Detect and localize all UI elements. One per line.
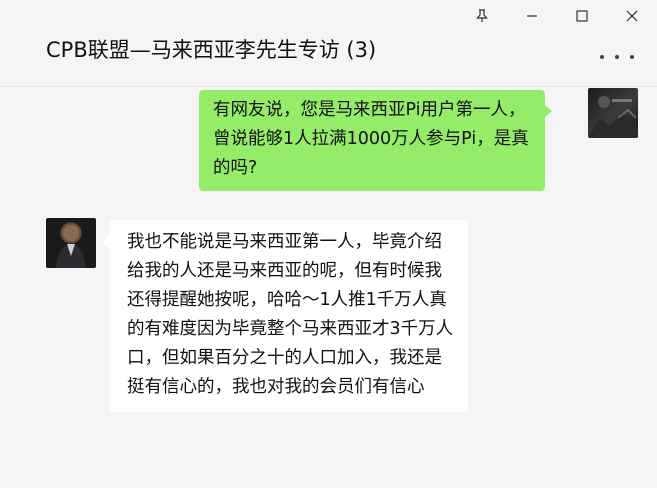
incoming-message-text: 我也不能说是马来西亚第一人，毕竟介绍给我的人还是马来西亚的呢，但有时候我还得提醒…: [127, 232, 454, 397]
pin-icon[interactable]: [457, 0, 507, 32]
more-dot: [615, 55, 619, 59]
more-options-icon[interactable]: [600, 50, 634, 64]
contact-avatar[interactable]: [46, 218, 96, 268]
incoming-message-bubble[interactable]: 我也不能说是马来西亚第一人，毕竟介绍给我的人还是马来西亚的呢，但有时候我还得提醒…: [102, 220, 468, 412]
title-bar: CPB联盟—马来西亚李先生专访 (3): [0, 0, 657, 86]
minimize-icon[interactable]: [507, 0, 557, 32]
window-controls: [457, 0, 657, 32]
title-divider: [0, 86, 657, 87]
outgoing-message-text: 有网友说，您是马来西亚Pi用户第一人，曾说能够1人拉满1000万人参与Pi，是真…: [213, 100, 529, 178]
more-dot: [630, 55, 634, 59]
chat-title: CPB联盟—马来西亚李先生专访 (3): [46, 38, 377, 62]
outgoing-message-bubble[interactable]: 有网友说，您是马来西亚Pi用户第一人，曾说能够1人拉满1000万人参与Pi，是真…: [199, 90, 552, 191]
self-avatar[interactable]: [588, 88, 638, 138]
more-dot: [600, 55, 604, 59]
close-icon[interactable]: [607, 0, 657, 32]
maximize-icon[interactable]: [557, 0, 607, 32]
chat-window: CPB联盟—马来西亚李先生专访 (3) 有网友说，您是马来西亚Pi用户第一人，曾…: [0, 0, 657, 488]
